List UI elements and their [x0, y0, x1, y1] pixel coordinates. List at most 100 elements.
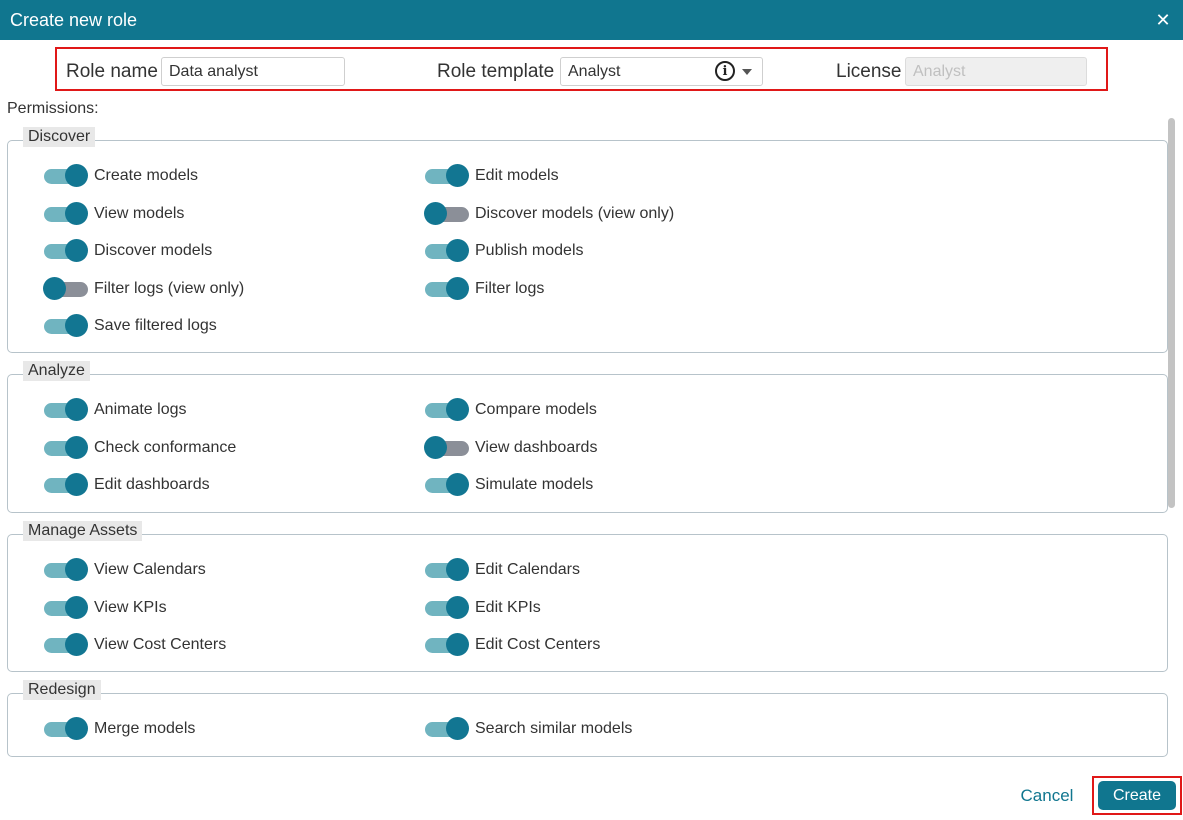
section-title: Analyze — [23, 361, 90, 381]
permission-label: Save filtered logs — [94, 317, 217, 334]
permission-toggle[interactable] — [44, 472, 88, 498]
permission-item: Edit models — [425, 163, 559, 189]
permission-label: Compare models — [475, 401, 597, 418]
permission-toggle[interactable] — [44, 595, 88, 621]
permission-label: Edit Calendars — [475, 561, 580, 578]
permission-toggle[interactable] — [425, 557, 469, 583]
toggle-knob — [65, 435, 88, 459]
permission-label: Publish models — [475, 242, 584, 259]
permission-item: Edit dashboards — [44, 472, 210, 498]
permission-toggle[interactable] — [425, 716, 469, 742]
permission-item: Edit Cost Centers — [425, 632, 600, 658]
permission-item: View Cost Centers — [44, 632, 226, 658]
permission-toggle[interactable] — [44, 632, 88, 658]
toggle-knob — [446, 276, 469, 300]
permission-toggle[interactable] — [425, 595, 469, 621]
toggle-knob — [43, 276, 66, 300]
toggle-knob — [446, 558, 469, 581]
toggle-knob — [65, 314, 88, 337]
permission-label: Discover models (view only) — [475, 204, 675, 222]
permission-toggle[interactable] — [424, 435, 469, 461]
role-header-row: Role name Data analyst Role template Ana… — [55, 47, 1108, 91]
permission-item: View dashboards — [424, 435, 597, 461]
permissions-label: Permissions: — [7, 100, 99, 117]
scrollbar[interactable] — [1168, 118, 1175, 508]
permission-item: Merge models — [44, 716, 195, 742]
close-icon[interactable]: ✕ — [1149, 6, 1177, 34]
permission-label: View Calendars — [94, 561, 206, 578]
permission-toggle[interactable] — [44, 557, 88, 583]
permission-label: Animate logs — [94, 401, 187, 418]
permission-toggle[interactable] — [44, 435, 88, 461]
permission-toggle[interactable] — [425, 276, 469, 302]
toggle-knob — [446, 398, 469, 421]
role-template-value: Analyst — [568, 63, 621, 80]
permission-item: Edit KPIs — [425, 595, 541, 621]
permission-label: Edit models — [475, 167, 559, 184]
toggle-knob — [65, 595, 88, 619]
permission-toggle[interactable] — [424, 201, 469, 227]
permission-item: Filter logs (view only) — [43, 276, 244, 302]
permission-toggle[interactable] — [425, 472, 469, 498]
toggle-knob — [446, 164, 469, 187]
toggle-knob — [424, 435, 447, 459]
permission-item: Discover models (view only) — [424, 201, 675, 227]
section-analyze: Analyze Animate logs Compare models Check c… — [7, 361, 1168, 513]
role-template-label: Role template — [437, 61, 555, 82]
toggle-knob — [65, 398, 88, 421]
toggle-knob — [65, 558, 88, 581]
permission-item: Animate logs — [44, 397, 187, 423]
section-title: Manage Assets — [23, 521, 143, 541]
permission-item: Save filtered logs — [44, 313, 217, 339]
toggle-knob — [424, 201, 447, 225]
permission-label: Search similar models — [475, 720, 633, 737]
role-name-input[interactable]: Data analyst — [161, 57, 345, 86]
permission-toggle[interactable] — [43, 276, 88, 302]
chevron-down-icon[interactable] — [742, 69, 752, 75]
permission-label: View KPIs — [94, 598, 167, 616]
permission-toggle[interactable] — [44, 163, 88, 189]
toggle-knob — [65, 239, 88, 262]
toggle-knob — [446, 473, 469, 496]
toggle-knob — [65, 473, 88, 496]
permission-item: Check conformance — [44, 435, 236, 461]
permission-label: Check conformance — [94, 438, 237, 456]
permission-label: Create models — [94, 167, 199, 184]
permission-label: Filter logs — [475, 279, 545, 297]
toggle-knob — [446, 239, 469, 262]
dialog-titlebar: Create new role ✕ — [0, 0, 1183, 40]
permission-item: View models — [44, 201, 184, 227]
permission-toggle[interactable] — [44, 238, 88, 264]
permission-item: Edit Calendars — [425, 557, 580, 583]
permission-item: Create models — [44, 163, 198, 189]
permission-item: Publish models — [425, 238, 584, 264]
permission-toggle[interactable] — [425, 397, 469, 423]
toggle-knob — [65, 164, 88, 187]
license-label: License — [836, 61, 902, 82]
role-name-label: Role name — [66, 61, 158, 82]
cancel-button[interactable]: Cancel — [1017, 782, 1077, 810]
permission-label: View models — [94, 204, 185, 222]
section-title: Discover — [23, 127, 96, 147]
permission-toggle[interactable] — [44, 201, 88, 227]
permission-toggle[interactable] — [44, 716, 88, 742]
permission-label: Edit KPIs — [475, 598, 541, 616]
info-icon[interactable]: i — [715, 61, 735, 81]
permission-toggle[interactable] — [44, 397, 88, 423]
permission-toggle[interactable] — [425, 163, 469, 189]
permission-item: Filter logs — [425, 276, 544, 302]
permission-toggle[interactable] — [425, 238, 469, 264]
create-button[interactable]: Create — [1098, 781, 1176, 810]
permission-item: View KPIs — [44, 595, 167, 621]
license-field: Analyst — [905, 57, 1087, 86]
permission-label: Merge models — [94, 720, 196, 737]
role-template-select[interactable]: Analyst i — [560, 57, 763, 86]
permission-toggle[interactable] — [44, 313, 88, 339]
toggle-knob — [446, 717, 469, 740]
permission-toggle[interactable] — [425, 632, 469, 658]
permission-label: View Cost Centers — [94, 636, 227, 653]
permission-label: Edit Cost Centers — [475, 636, 601, 653]
toggle-knob — [446, 595, 469, 619]
toggle-knob — [65, 633, 88, 656]
permission-item: View Calendars — [44, 557, 206, 583]
